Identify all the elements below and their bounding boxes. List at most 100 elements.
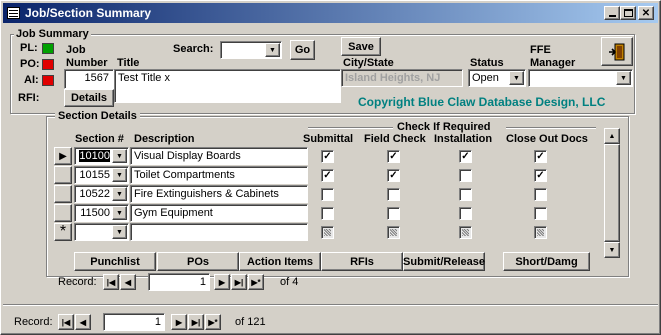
inner-last-record-button[interactable]: ▶| (231, 274, 247, 290)
section-number-combo[interactable]: ▼ (74, 223, 129, 241)
chevron-down-icon[interactable]: ▼ (112, 225, 127, 239)
description-field[interactable]: Toilet Compartments (130, 166, 308, 184)
scroll-thumb[interactable] (604, 144, 620, 242)
record-selector[interactable] (54, 204, 72, 222)
outer-record-number[interactable]: 1 (103, 313, 165, 331)
submittal-checkbox[interactable]: ✓ (321, 169, 334, 182)
record-selector[interactable]: * (54, 223, 72, 241)
installation-checkbox[interactable] (459, 169, 472, 182)
description-field[interactable]: Gym Equipment (130, 204, 308, 222)
field-check-checkbox[interactable] (387, 188, 400, 201)
copyright-text: Copyright Blue Claw Database Design, LLC (358, 95, 606, 109)
record-selector[interactable] (54, 185, 72, 203)
title-label: Title (117, 57, 140, 69)
installation-checkbox[interactable] (459, 226, 472, 239)
close-out-checkbox[interactable]: ✓ (534, 169, 547, 182)
installation-checkbox[interactable]: ✓ (459, 150, 472, 163)
close-out-checkbox[interactable] (534, 226, 547, 239)
chevron-down-icon[interactable]: ▼ (112, 187, 127, 201)
ffe-manager-combo[interactable]: ▼ (528, 69, 633, 87)
col-header-installation: Installation (434, 133, 493, 145)
installation-checkbox[interactable] (459, 207, 472, 220)
app-icon[interactable] (7, 7, 20, 19)
punchlist-button[interactable]: Punchlist (74, 252, 156, 271)
outer-last-record-button[interactable]: ▶| (188, 314, 204, 330)
scroll-down-button[interactable]: ▼ (604, 242, 620, 258)
rfis-button[interactable]: RFIs (321, 252, 403, 271)
chevron-down-icon[interactable]: ▼ (112, 206, 127, 220)
field-check-checkbox[interactable] (387, 207, 400, 220)
section-details-legend: Section Details (55, 110, 140, 122)
scroll-up-button[interactable]: ▲ (604, 128, 620, 144)
chevron-down-icon[interactable]: ▼ (509, 71, 524, 85)
job-number-label-2: Number (66, 57, 108, 69)
search-label: Search: (173, 43, 214, 55)
pos-button[interactable]: POs (157, 252, 239, 271)
inner-record-label: Record: (58, 276, 97, 288)
col-header-submittal: Submittal (303, 133, 354, 145)
ai-indicator[interactable] (42, 75, 54, 86)
outer-new-record-button[interactable]: ▶* (205, 314, 221, 330)
section-number-combo[interactable]: 10155 ▼ (74, 166, 129, 184)
job-number-field[interactable]: 1567 (64, 69, 114, 89)
submittal-checkbox[interactable] (321, 226, 334, 239)
section-number-combo[interactable]: 10522 ▼ (74, 185, 129, 203)
outer-record-of: of 121 (235, 316, 266, 328)
po-indicator[interactable] (42, 59, 54, 70)
exit-door-icon (609, 43, 625, 60)
inner-next-record-button[interactable]: ▶ (214, 274, 230, 290)
outer-prev-record-button[interactable]: ◀ (75, 314, 91, 330)
close-button[interactable]: ✕ (638, 6, 654, 20)
outer-next-record-button[interactable]: ▶ (171, 314, 187, 330)
col-header-field-check: Field Check (364, 133, 426, 145)
close-out-checkbox[interactable] (534, 207, 547, 220)
close-out-checkbox[interactable]: ✓ (534, 150, 547, 163)
inner-prev-record-button[interactable]: ◀ (120, 274, 136, 290)
field-check-checkbox[interactable]: ✓ (387, 169, 400, 182)
minimize-button[interactable] (604, 6, 620, 20)
submittal-checkbox[interactable]: ✓ (321, 150, 334, 163)
status-combo[interactable]: Open ▼ (468, 69, 526, 87)
field-check-checkbox[interactable]: ✓ (387, 150, 400, 163)
chevron-down-icon[interactable]: ▼ (265, 43, 280, 57)
ffe-label-2: Manager (530, 57, 576, 69)
submittal-checkbox[interactable] (321, 188, 334, 201)
installation-checkbox[interactable] (459, 188, 472, 201)
short-damg-button[interactable]: Short/Damg (503, 252, 590, 271)
record-selector[interactable]: ▶ (54, 147, 72, 165)
go-button[interactable]: Go (290, 40, 315, 60)
save-button[interactable]: Save (341, 37, 381, 56)
check-if-required-label: Check If Required (397, 121, 491, 133)
description-field[interactable]: Fire Extinguishers & Cabinets (130, 185, 308, 203)
search-combo[interactable]: ▼ (220, 41, 282, 59)
pl-indicator[interactable] (42, 43, 54, 54)
first-record-icon: |◀ (61, 317, 71, 327)
details-button[interactable]: Details (64, 89, 114, 107)
action-items-button[interactable]: Action Items (239, 252, 321, 271)
outer-first-record-button[interactable]: |◀ (58, 314, 74, 330)
city-state-field[interactable]: Island Heights, NJ (341, 69, 463, 87)
inner-new-record-button[interactable]: ▶* (248, 274, 264, 290)
inner-first-record-button[interactable]: |◀ (103, 274, 119, 290)
chevron-down-icon[interactable]: ▼ (112, 149, 127, 163)
chevron-down-icon[interactable]: ▼ (616, 71, 631, 85)
vertical-scrollbar[interactable]: ▲ ▼ (604, 128, 620, 258)
maximize-button[interactable] (620, 6, 636, 20)
section-number-combo[interactable]: 11500 ▼ (74, 204, 129, 222)
close-out-checkbox[interactable] (534, 188, 547, 201)
ai-label: AI: (24, 74, 39, 86)
col-header-section: Section # (75, 133, 124, 145)
submittal-checkbox[interactable] (321, 207, 334, 220)
exit-button[interactable] (601, 37, 633, 66)
description-field[interactable] (130, 223, 308, 241)
inner-record-number[interactable]: 1 (148, 273, 210, 291)
chevron-down-icon[interactable]: ▼ (112, 168, 127, 182)
title-field[interactable]: Test Title x (114, 69, 341, 103)
section-number-combo[interactable]: 10100 ▼ (74, 147, 129, 165)
field-check-checkbox[interactable] (387, 226, 400, 239)
arrow-up-icon: ▲ (608, 132, 616, 140)
submit-release-button[interactable]: Submit/Release (403, 252, 485, 271)
record-selector[interactable] (54, 166, 72, 184)
status-label: Status (470, 57, 504, 69)
description-field[interactable]: Visual Display Boards (130, 147, 308, 165)
